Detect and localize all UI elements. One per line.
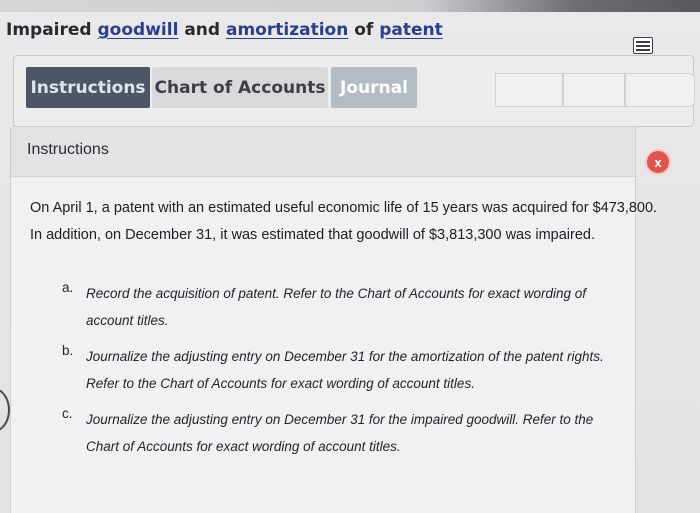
patent-link[interactable]: patent	[379, 20, 443, 40]
page-title: Impaired goodwill and amortization of pa…	[6, 20, 443, 40]
menu-icon[interactable]	[633, 37, 653, 54]
list-item: b. Journalize the adjusting entry on Dec…	[62, 343, 632, 397]
task-text: Journalize the adjusting entry on Decemb…	[86, 412, 594, 427]
menu-icon-bar	[636, 49, 650, 51]
goodwill-link[interactable]: goodwill	[98, 20, 179, 40]
title-word: Impaired	[6, 20, 92, 40]
list-marker: a.	[62, 280, 74, 295]
list-marker: c.	[62, 406, 73, 421]
task-list: a. Record the acquisition of patent. Ref…	[62, 280, 632, 469]
list-item: a. Record the acquisition of patent. Ref…	[62, 280, 632, 334]
task-text: Refer to the Chart of Accounts for exact…	[86, 376, 475, 391]
tab-journal[interactable]: Journal	[331, 67, 417, 108]
task-text: account titles.	[86, 313, 169, 328]
task-text: Journalize the adjusting entry on Decemb…	[86, 349, 604, 364]
panel-header: Instructions	[11, 127, 635, 177]
list-marker: b.	[62, 343, 74, 358]
list-item: c. Journalize the adjusting entry on Dec…	[62, 406, 632, 460]
toolbar-slot[interactable]	[563, 73, 625, 107]
toolbar-slot[interactable]	[625, 73, 695, 107]
close-icon[interactable]: x	[647, 151, 669, 173]
task-text: Record the acquisition of patent. Refer …	[86, 286, 587, 301]
toolbar-slot[interactable]	[495, 73, 563, 107]
title-word: and	[184, 20, 221, 40]
panel-title: Instructions	[27, 141, 109, 158]
amortization-link[interactable]: amortization	[226, 20, 348, 40]
menu-icon-bar	[636, 45, 650, 47]
menu-icon-bar	[636, 41, 650, 43]
tab-instructions[interactable]: Instructions	[26, 67, 150, 108]
browser-top-bar	[0, 0, 700, 12]
title-word: of	[354, 20, 374, 40]
intro-line: On April 1, a patent with an estimated u…	[30, 200, 658, 216]
tab-chart-of-accounts[interactable]: Chart of Accounts	[152, 67, 328, 108]
problem-statement: On April 1, a patent with an estimated u…	[30, 195, 670, 249]
task-text: Chart of Accounts for exact wording of a…	[86, 439, 401, 454]
scroll-handle[interactable]	[0, 388, 10, 432]
intro-line: In addition, on December 31, it was esti…	[30, 227, 596, 243]
tab-bar: Instructions Chart of Accounts Journal	[13, 55, 695, 127]
